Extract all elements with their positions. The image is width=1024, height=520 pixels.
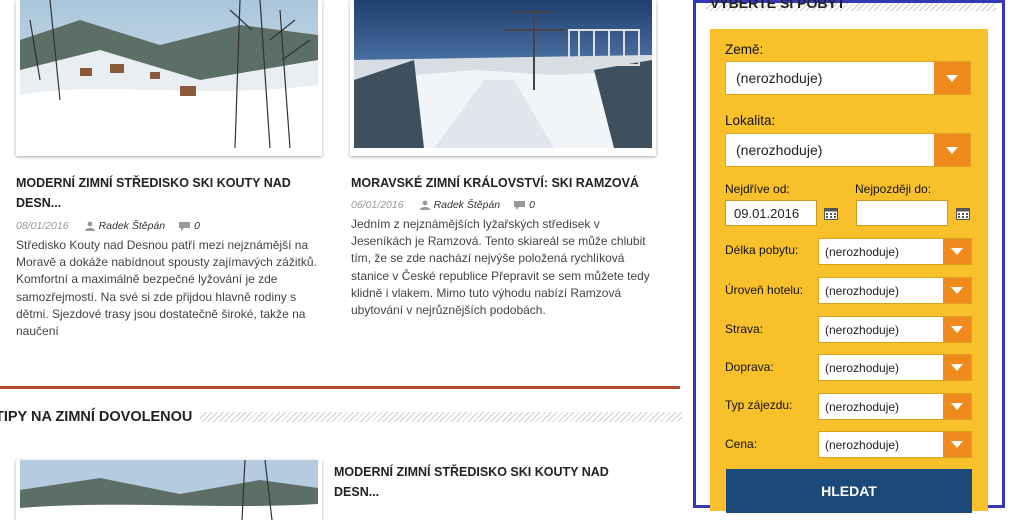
filter-select-board[interactable]: (nerozhoduje) [818,316,972,343]
filter-label: Délka pobytu: [725,243,799,257]
article-meta: 08/01/2016 Radek Štěpán 0 [16,220,200,232]
chevron-down-icon[interactable] [943,239,971,264]
filter-value: (nerozhoduje) [825,283,900,298]
calendar-icon[interactable] [956,207,970,220]
filter-value: (nerozhoduje) [825,322,900,337]
article-image [354,0,652,148]
article-comment-count[interactable]: 0 [194,220,200,232]
widget-title: VYBERTE SI POBYT [710,0,846,11]
article-image [20,0,318,148]
chevron-down-icon[interactable] [943,278,971,303]
article-title[interactable]: MORAVSKÉ ZIMNÍ KRÁLOVSTVÍ: SKI RAMZOVÁ [351,173,661,193]
article-date: 08/01/2016 [16,220,69,232]
article-author[interactable]: Radek Štěpán [99,220,166,232]
chevron-down-icon[interactable] [943,394,971,419]
filter-label: Doprava: [725,360,774,374]
date-to-label: Nejpozději do: [855,182,932,196]
comment-icon [179,221,191,231]
filter-select-length[interactable]: (nerozhoduje) [818,238,972,265]
chevron-down-icon[interactable] [934,62,970,94]
article-excerpt: Středisko Kouty nad Desnou patří mezi ne… [16,238,317,339]
search-form: Země: (nerozhoduje) Lokalita: (nerozhodu… [710,29,988,513]
article-title[interactable]: MODERNÍ ZIMNÍ STŘEDISKO SKI KOUTY NAD DE… [334,462,634,502]
date-from-label: Nejdříve od: [725,182,790,196]
article-image-card[interactable] [16,460,322,520]
filter-value: (nerozhoduje) [825,399,900,414]
article-image-card[interactable] [16,0,322,156]
chevron-down-icon[interactable] [943,355,971,380]
search-widget: VYBERTE SI POBYT Země: (nerozhoduje) Lok… [693,0,1005,513]
comment-icon [514,200,526,210]
country-label: Země: [725,42,764,57]
article-title[interactable]: MODERNÍ ZIMNÍ STŘEDISKO SKI KOUTY NAD DE… [16,173,316,213]
filter-label: Strava: [725,322,764,336]
filter-label: Cena: [725,437,758,451]
date-to-input[interactable] [856,200,948,226]
filter-select-price[interactable]: (nerozhoduje) [818,431,972,458]
filter-label: Úroveň hotelu: [725,283,804,297]
article-date: 06/01/2016 [351,199,404,211]
section-divider [0,386,680,389]
country-value: (nerozhoduje) [736,70,823,86]
filter-value: (nerozhoduje) [825,360,900,375]
section-heading: TIPY NA ZIMNÍ DOVOLENOU [0,400,682,434]
filter-select-hotel[interactable]: (nerozhoduje) [818,277,972,304]
country-select[interactable]: (nerozhoduje) [725,61,971,95]
date-from-value: 09.01.2016 [734,205,800,221]
locality-value: (nerozhoduje) [736,142,823,158]
person-icon [419,200,430,210]
search-button[interactable]: HLEDAT [726,469,972,513]
chevron-down-icon[interactable] [943,432,971,457]
section-title: TIPY NA ZIMNÍ DOVOLENOU [0,409,193,425]
section-hatch [200,412,682,422]
filter-select-trip-type[interactable]: (nerozhoduje) [818,393,972,420]
locality-select[interactable]: (nerozhoduje) [725,133,971,167]
locality-label: Lokalita: [725,113,776,128]
article-comment-count[interactable]: 0 [529,199,535,211]
filter-value: (nerozhoduje) [825,437,900,452]
calendar-icon[interactable] [824,207,838,220]
filter-label: Typ zájezdu: [725,398,793,412]
filter-select-transport[interactable]: (nerozhoduje) [818,354,972,381]
article-excerpt: Jedním z nejznámějších lyžařských středi… [351,217,650,318]
chevron-down-icon[interactable] [943,317,971,342]
date-from-input[interactable]: 09.01.2016 [725,200,817,226]
article-meta: 06/01/2016 Radek Štěpán 0 [351,199,535,211]
article-image [20,460,318,520]
person-icon [84,221,95,231]
chevron-down-icon[interactable] [934,134,970,166]
article-author[interactable]: Radek Štěpán [434,199,501,211]
article-image-card[interactable] [350,0,656,156]
filter-value: (nerozhoduje) [825,244,900,259]
